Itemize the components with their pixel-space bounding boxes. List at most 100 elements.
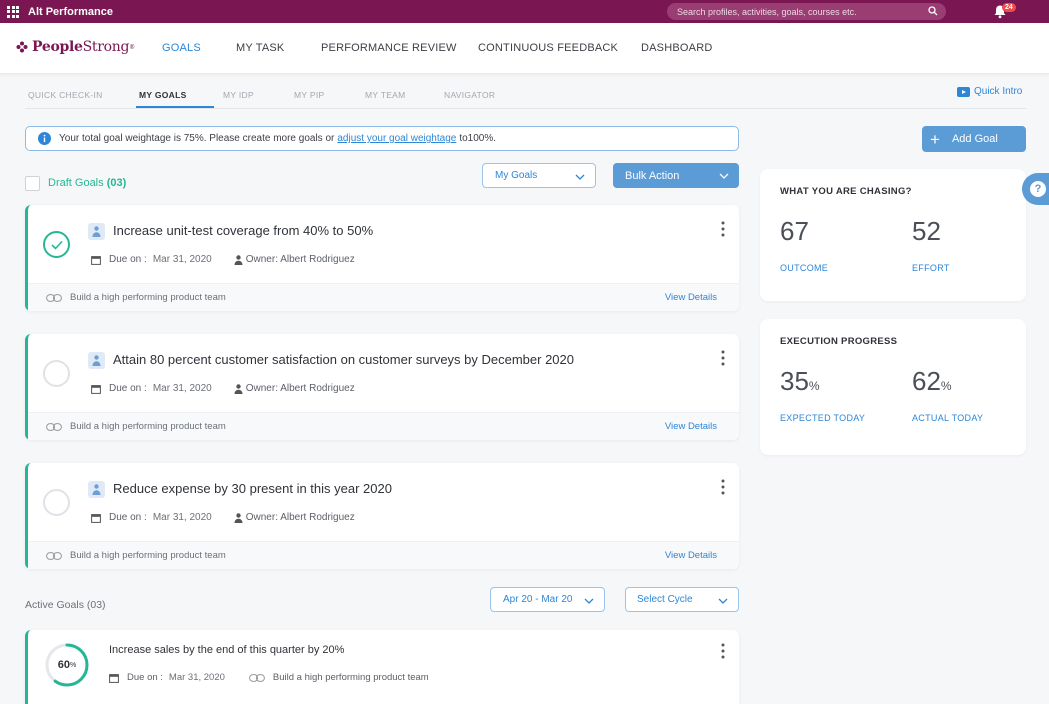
active-tab-indicator	[136, 106, 214, 108]
goal-meta: Due on : Mar 31, 2020 Owner: Albert Rodrig…	[91, 512, 355, 523]
bulk-action-button[interactable]: Bulk Action	[613, 163, 739, 188]
link-icon	[46, 423, 62, 431]
effort-label[interactable]: EFFORT	[912, 263, 950, 273]
outcome-value: 67	[780, 216, 809, 246]
expected-unit: %	[808, 379, 820, 393]
goal-select-checkbox[interactable]	[43, 231, 70, 258]
parent-goal: Build a high performing product team	[70, 421, 226, 432]
actual-unit: %	[940, 379, 952, 393]
video-play-icon	[957, 86, 970, 97]
help-button[interactable]: ?	[1022, 173, 1049, 205]
link-icon	[46, 552, 62, 560]
due-date: Mar 31, 2020	[152, 383, 212, 394]
weightage-info-banner: Your total goal weightage is 75%. Please…	[25, 126, 739, 151]
link-icon	[249, 673, 265, 682]
individual-goal-icon	[88, 223, 105, 240]
actual-number: 62	[912, 366, 941, 396]
nav-performance-review[interactable]: PERFORMANCE REVIEW	[321, 42, 457, 54]
draft-goals-count: (03)	[106, 177, 127, 189]
date-range-dropdown[interactable]: Apr 20 - Mar 20	[490, 587, 605, 612]
goal-meta: Due on : Mar 31, 2020 Owner: Albert Rodrig…	[91, 383, 355, 394]
expected-value: 35%	[780, 366, 820, 397]
execution-progress-card: EXECUTION PROGRESS 35% EXPECTED TODAY 62…	[760, 319, 1026, 455]
draft-goal-card[interactable]: Increase unit-test coverage from 40% to …	[25, 205, 739, 311]
tab-my-team[interactable]: MY TEAM	[365, 90, 406, 100]
execution-heading: EXECUTION PROGRESS	[780, 336, 898, 347]
tab-navigator[interactable]: NAVIGATOR	[444, 90, 495, 100]
goal-card-footer: Build a high performing product team View…	[28, 283, 739, 311]
more-options-icon[interactable]	[721, 479, 725, 495]
info-text-after: to100%.	[459, 133, 497, 144]
progress-value: 60%	[44, 642, 90, 688]
logo-text-strong: Strong	[82, 39, 130, 55]
tab-my-goals[interactable]: MY GOALS	[139, 90, 187, 100]
nav-continuous-feedback[interactable]: CONTINUOUS FEEDBACK	[478, 42, 618, 54]
chevron-down-icon	[575, 174, 585, 180]
search-icon[interactable]	[928, 6, 938, 16]
goal-title[interactable]: Increase unit-test coverage from 40% to …	[113, 223, 373, 238]
goal-title[interactable]: Increase sales by the end of this quarte…	[109, 644, 344, 656]
chasing-card: WHAT YOU ARE CHASING? 67 OUTCOME 52 EFFO…	[760, 169, 1026, 301]
tab-my-pip[interactable]: MY PIP	[294, 90, 324, 100]
chevron-down-icon	[718, 598, 728, 604]
draft-goal-card[interactable]: Attain 80 percent customer satisfaction …	[25, 334, 739, 440]
top-bar: Alt Performance Search profiles, activit…	[0, 0, 1049, 23]
apps-grid-icon[interactable]	[6, 5, 20, 19]
peoplestrong-logo[interactable]: People Strong ®	[16, 39, 135, 55]
info-icon	[38, 132, 51, 145]
view-details-link[interactable]: View Details	[665, 292, 717, 303]
select-cycle-dropdown[interactable]: Select Cycle	[625, 587, 739, 612]
tab-my-idp[interactable]: MY IDP	[223, 90, 254, 100]
nav-my-task[interactable]: MY TASK	[236, 42, 284, 54]
chevron-down-icon	[719, 173, 729, 179]
view-details-link[interactable]: View Details	[665, 421, 717, 432]
quick-intro-link[interactable]: Quick Intro	[957, 86, 1022, 97]
goal-select-checkbox[interactable]	[43, 489, 70, 516]
logo-text-people: People	[32, 39, 83, 55]
actual-value: 62%	[912, 366, 952, 397]
nav-dashboard[interactable]: DASHBOARD	[641, 42, 712, 54]
progress-unit: %	[70, 661, 77, 669]
effort-value: 52	[912, 216, 941, 246]
add-goal-label: Add Goal	[951, 133, 998, 145]
app-name: Alt Performance	[28, 5, 113, 18]
calendar-icon	[109, 673, 119, 683]
adjust-weightage-link[interactable]: adjust your goal weightage	[337, 133, 456, 144]
sub-navigation: QUICK CHECK-IN MY GOALS MY IDP MY PIP MY…	[25, 82, 1026, 109]
due-date: Mar 31, 2020	[152, 254, 212, 265]
calendar-icon	[91, 384, 101, 394]
add-goal-button[interactable]: + Add Goal	[922, 126, 1026, 152]
check-icon	[51, 240, 63, 250]
person-icon	[92, 484, 101, 495]
more-options-icon[interactable]	[721, 643, 725, 659]
outcome-label[interactable]: OUTCOME	[780, 263, 828, 273]
draft-goals-title: Draft Goals	[48, 177, 104, 189]
draft-goal-card[interactable]: Reduce expense by 30 present in this yea…	[25, 463, 739, 569]
expected-number: 35	[780, 366, 809, 396]
nav-goals[interactable]: GOALS	[162, 42, 201, 54]
goal-owner: Owner: Albert Rodriguez	[245, 383, 355, 394]
goal-title[interactable]: Attain 80 percent customer satisfaction …	[113, 352, 574, 367]
goal-meta: Due on : Mar 31, 2020 Build a high perfo…	[109, 672, 429, 683]
actual-label: ACTUAL TODAY	[912, 413, 984, 423]
active-goal-card[interactable]: 60% Increase sales by the end of this qu…	[25, 630, 739, 704]
goal-select-checkbox[interactable]	[43, 360, 70, 387]
goal-title[interactable]: Reduce expense by 30 present in this yea…	[113, 481, 392, 496]
person-icon	[92, 226, 101, 237]
due-label: Due on :	[109, 383, 147, 394]
more-options-icon[interactable]	[721, 350, 725, 366]
tab-quick-check-in[interactable]: QUICK CHECK-IN	[28, 90, 103, 100]
more-options-icon[interactable]	[721, 221, 725, 237]
main-navigation: People Strong ® GOALS MY TASK PERFORMANCE …	[0, 23, 1049, 74]
global-search-input[interactable]: Search profiles, activities, goals, cour…	[667, 3, 946, 20]
goals-filter-dropdown[interactable]: My Goals	[482, 163, 596, 188]
logo-registered-mark: ®	[129, 43, 135, 51]
select-all-drafts-checkbox[interactable]	[25, 176, 40, 191]
goals-filter-value: My Goals	[495, 170, 538, 181]
view-details-link[interactable]: View Details	[665, 550, 717, 561]
goal-owner: Owner: Albert Rodriguez	[245, 512, 355, 523]
parent-goal: Build a high performing product team	[272, 672, 429, 683]
goal-owner: Owner: Albert Rodriguez	[245, 254, 355, 265]
parent-goal: Build a high performing product team	[70, 292, 226, 303]
due-label: Due on :	[109, 254, 147, 265]
